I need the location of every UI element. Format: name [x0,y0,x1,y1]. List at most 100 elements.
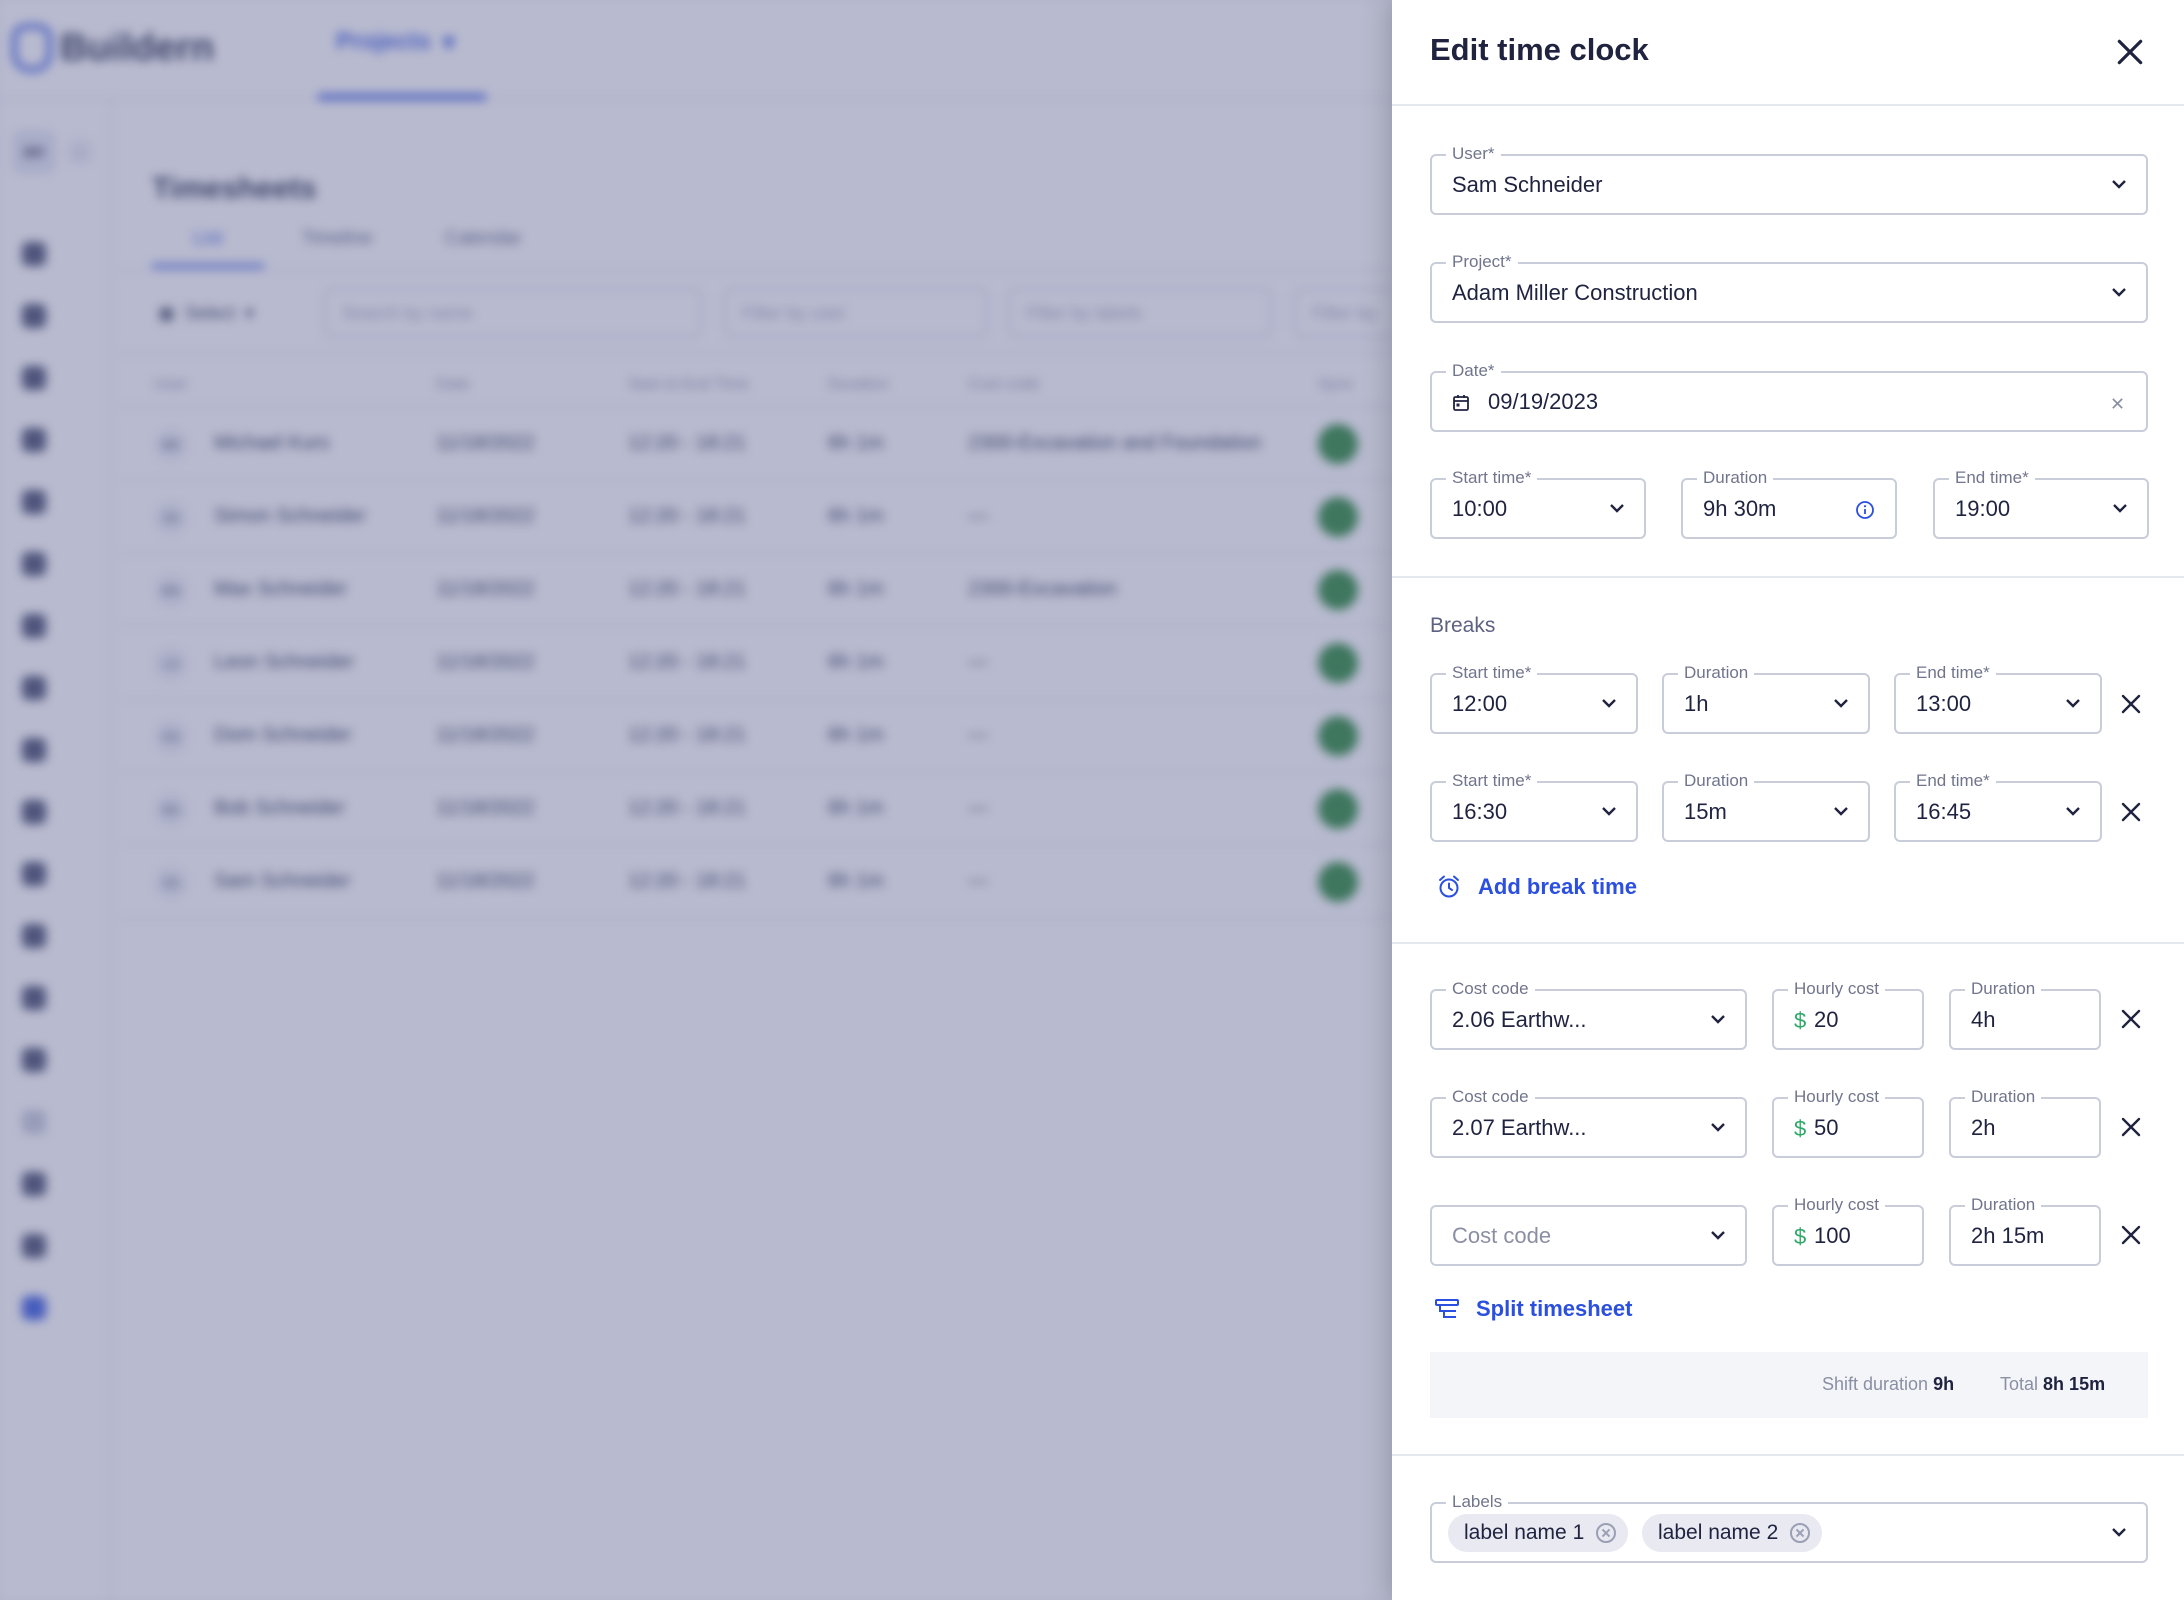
shift-duration-value: 9h 30m [1703,496,1777,521]
chevron-down-icon [2066,699,2080,708]
chevron-down-icon [1610,504,1624,513]
total-summary-label: Total [2000,1374,2039,1394]
break-start-value: 12:00 [1452,691,1508,716]
break-start-label: Start time* [1446,770,1538,792]
shift-duration-summary-label: Shift duration [1822,1374,1929,1394]
cost-duration-input[interactable]: Duration 2h 15m [1949,1194,2101,1266]
hourly-cost-input[interactable]: Hourly cost $ 50 [1772,1086,1924,1158]
cost-duration-label: Duration [1965,978,2042,1000]
user-value: Sam Schneider [1452,172,1603,197]
project-select[interactable]: Project* Adam Miller Construction [1430,251,2148,323]
chevron-down-icon [2113,504,2127,513]
project-label: Project* [1446,251,1518,273]
cost-duration-label: Duration [1965,1194,2042,1216]
remove-label-icon[interactable] [1596,1523,1617,1543]
user-select[interactable]: User* Sam Schneider [1430,143,2148,215]
chevron-down-icon [2112,288,2126,297]
shift-duration-label: Duration [1697,467,1774,489]
break-duration-value: 1h [1684,691,1709,716]
drawer-header: Edit time clock [1392,0,2184,106]
drawer-title: Edit time clock [1430,32,1649,67]
currency-symbol: $ [1794,1008,1807,1033]
shift-duration-summary: Shift duration 9h [1822,1374,1954,1395]
total-summary: Total 8h 15m [2000,1374,2105,1395]
alarm-clock-icon [1439,875,1459,898]
add-break-time-label: Add break time [1478,874,1637,899]
remove-label-icon[interactable] [1790,1523,1811,1543]
cost-code-label: Cost code [1446,978,1535,1000]
remove-cost-code-icon[interactable] [2120,1116,2142,1138]
break-end-value: 16:45 [1916,799,1972,824]
cost-code-select[interactable]: Cost code 2.07 Earthw... [1430,1086,1747,1158]
break-start-label: Start time* [1446,662,1538,684]
label-chip[interactable]: label name 2 [1642,1514,1823,1552]
shift-duration-summary-value: 9h [1933,1374,1955,1394]
cost-duration-input[interactable]: Duration 4h [1949,978,2101,1050]
chevron-down-icon [1602,807,1616,816]
chevron-down-icon [2112,1528,2126,1537]
section-divider [1392,1454,2184,1456]
shift-end-value: 19:00 [1955,496,2011,521]
hourly-cost-label: Hourly cost [1788,1194,1886,1216]
chevron-down-icon [1602,699,1616,708]
cost-code-select[interactable]: Cost code 2.06 Earthw... [1430,978,1747,1050]
modal-overlay[interactable] [0,0,1392,1600]
chevron-down-icon [1834,807,1848,816]
label-chip-text: label name 1 [1464,1521,1585,1544]
cost-duration-value: 2h [1971,1115,1996,1140]
edit-time-clock-drawer: Edit time clock User* Sam Schneider Proj… [1392,0,2184,1600]
cost-code-label: Cost code [1446,1086,1535,1108]
shift-start-value: 10:00 [1452,496,1508,521]
chevron-down-icon [1711,1231,1725,1240]
date-value: 09/19/2023 [1488,389,1599,414]
break-start-value: 16:30 [1452,799,1508,824]
cost-code-select[interactable]: Cost code [1430,1205,1747,1266]
breaks-title: Breaks [1430,614,1496,637]
chevron-down-icon [1711,1015,1725,1024]
shift-end-time-select[interactable]: End time* 19:00 [1933,467,2149,539]
break-duration-select[interactable]: Duration 1h [1662,662,1870,734]
split-timesheet-button[interactable]: Split timesheet [1434,1296,1632,1322]
hourly-cost-input[interactable]: Hourly cost $ 100 [1772,1194,1924,1266]
cost-code-value: 2.06 Earthw... [1452,1007,1587,1032]
project-value: Adam Miller Construction [1452,280,1698,305]
cost-code-value: 2.07 Earthw... [1452,1115,1587,1140]
break-end-label: End time* [1910,770,1996,792]
break-duration-value: 15m [1684,799,1727,824]
shift-start-time-select[interactable]: Start time* 10:00 [1430,467,1646,539]
labels-label: Labels [1446,1491,1509,1513]
chevron-down-icon [1834,699,1848,708]
label-chip-text: label name 2 [1658,1521,1779,1544]
hourly-cost-input[interactable]: Hourly cost $ 20 [1772,978,1924,1050]
cost-duration-label: Duration [1965,1086,2042,1108]
user-label: User* [1446,143,1501,165]
hourly-cost-value: 100 [1814,1223,1851,1248]
close-icon[interactable] [2114,36,2146,68]
clear-icon[interactable] [2111,397,2124,410]
date-picker[interactable]: Date* 09/19/2023 [1430,360,2148,432]
cost-code-placeholder: Cost code [1452,1223,1552,1248]
remove-cost-code-icon[interactable] [2120,1008,2142,1030]
section-divider [1392,576,2184,578]
currency-symbol: $ [1794,1224,1807,1249]
remove-break-icon[interactable] [2120,693,2142,715]
break-end-time-select[interactable]: End time* 16:45 [1894,770,2102,842]
cost-duration-input[interactable]: Duration 2h [1949,1086,2101,1158]
break-end-label: End time* [1910,662,1996,684]
shift-end-label: End time* [1949,467,2035,489]
break-start-time-select[interactable]: Start time* 16:30 [1430,770,1638,842]
chevron-down-icon [1711,1123,1725,1132]
shift-duration-field[interactable]: Duration 9h 30m [1681,467,1897,539]
remove-break-icon[interactable] [2120,801,2142,823]
section-divider [1392,942,2184,944]
chevron-down-icon [2112,180,2126,189]
info-icon[interactable] [1855,500,1875,520]
remove-cost-code-icon[interactable] [2120,1224,2142,1246]
add-break-time-button[interactable]: Add break time [1436,874,1637,900]
break-end-time-select[interactable]: End time* 13:00 [1894,662,2102,734]
split-timesheet-label: Split timesheet [1476,1296,1633,1321]
label-chip[interactable]: label name 1 [1448,1514,1629,1552]
break-start-time-select[interactable]: Start time* 12:00 [1430,662,1638,734]
shift-start-label: Start time* [1446,467,1538,489]
break-duration-select[interactable]: Duration 15m [1662,770,1870,842]
